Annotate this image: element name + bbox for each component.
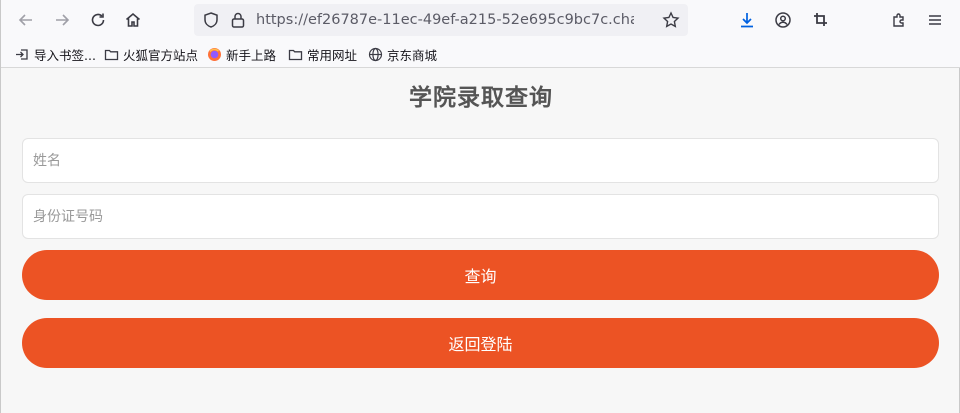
account-icon[interactable] (771, 8, 795, 32)
download-icon[interactable] (735, 8, 759, 32)
browser-window: https://ef26787e-11ec-49ef-a215-52e695c9… (0, 0, 960, 413)
shield-icon[interactable] (202, 11, 220, 29)
back-icon[interactable] (14, 8, 38, 32)
star-icon[interactable] (662, 11, 680, 29)
bookmark-jd[interactable]: 京东商城 (368, 44, 437, 64)
url-text[interactable]: https://ef26787e-11ec-49ef-a215-52e695c9… (256, 11, 634, 29)
browser-toolbar: https://ef26787e-11ec-49ef-a215-52e695c9… (1, 0, 960, 40)
folder-icon (288, 49, 303, 60)
bookmark-label: 新手上路 (226, 47, 277, 63)
query-button[interactable]: 查询 (22, 250, 939, 300)
url-bar[interactable]: https://ef26787e-11ec-49ef-a215-52e695c9… (194, 4, 688, 36)
name-field[interactable] (22, 138, 939, 183)
bookmark-common-sites[interactable]: 常用网址 (288, 44, 357, 64)
name-input[interactable] (23, 139, 938, 182)
forward-icon[interactable] (50, 8, 74, 32)
menu-icon[interactable] (923, 8, 947, 32)
extensions-icon[interactable] (887, 8, 911, 32)
folder-icon (104, 49, 119, 60)
id-number-field[interactable] (22, 194, 939, 239)
import-icon (16, 48, 28, 60)
firefox-icon (208, 47, 221, 61)
id-number-input[interactable] (23, 195, 938, 238)
bookmark-label: 导入书签... (34, 47, 96, 63)
bookmarks-bar: 导入书签... 火狐官方站点 新手上路 常用网址 京东商城 (1, 40, 960, 68)
bookmark-import[interactable]: 导入书签... (15, 44, 96, 64)
bookmark-label: 火狐官方站点 (123, 47, 199, 63)
back-to-login-button[interactable]: 返回登陆 (22, 318, 939, 368)
bookmark-label: 京东商城 (387, 47, 438, 63)
bookmark-getting-started[interactable]: 新手上路 (207, 44, 276, 64)
bookmark-firefox-official[interactable]: 火狐官方站点 (104, 44, 198, 64)
reload-icon[interactable] (86, 8, 110, 32)
home-icon[interactable] (121, 8, 145, 32)
page-title: 学院录取查询 (409, 85, 553, 111)
crop-icon[interactable] (809, 8, 833, 32)
globe-icon (368, 47, 383, 61)
bookmark-label: 常用网址 (307, 47, 358, 63)
lock-icon[interactable] (229, 11, 247, 29)
